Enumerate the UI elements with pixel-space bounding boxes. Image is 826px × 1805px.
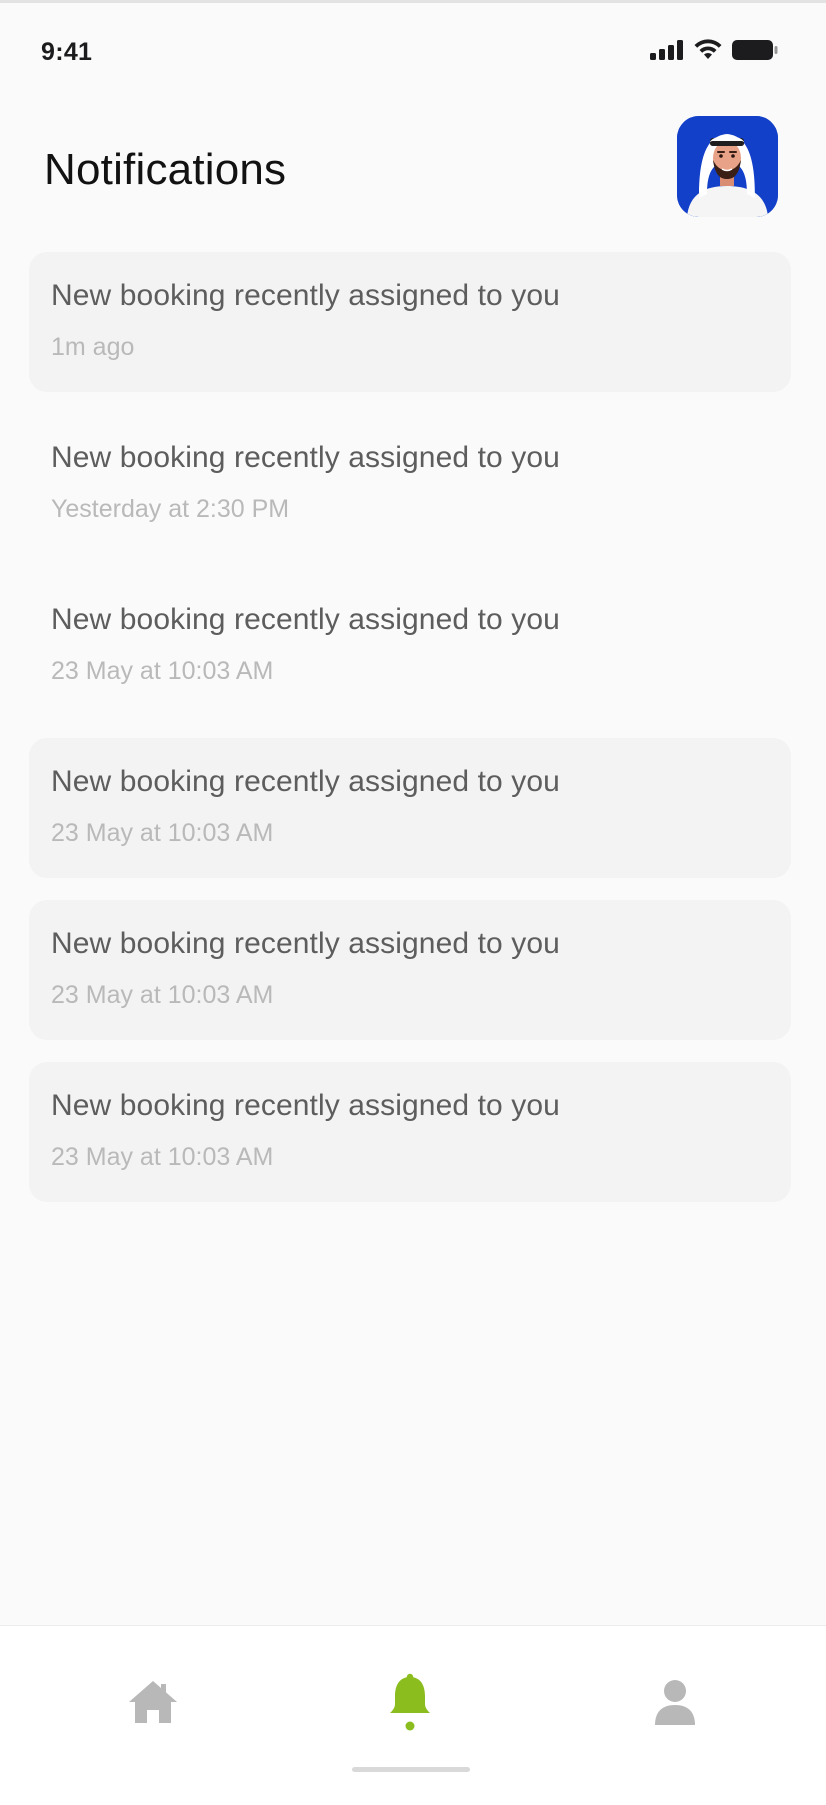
- signal-icon: [650, 40, 684, 65]
- notification-item[interactable]: New booking recently assigned to you 23 …: [29, 900, 791, 1040]
- battery-icon: [732, 39, 778, 66]
- notification-list: New booking recently assigned to you 1m …: [29, 252, 791, 1224]
- bottom-nav: [0, 1625, 826, 1805]
- user-avatar[interactable]: [677, 116, 778, 217]
- nav-item-profile[interactable]: [635, 1664, 715, 1744]
- notification-item[interactable]: New booking recently assigned to you Yes…: [29, 414, 791, 554]
- home-icon: [126, 1678, 180, 1731]
- notifications-screen: 9:41 Notifications New booking recently …: [0, 0, 826, 1805]
- page-title: Notifications: [44, 145, 287, 194]
- notification-item[interactable]: New booking recently assigned to you 23 …: [29, 1062, 791, 1202]
- notification-message: New booking recently assigned to you: [51, 927, 560, 960]
- nav-item-notifications[interactable]: [370, 1664, 450, 1744]
- notification-time: 23 May at 10:03 AM: [51, 981, 274, 1009]
- notification-message: New booking recently assigned to you: [51, 279, 560, 312]
- notification-item[interactable]: New booking recently assigned to you 1m …: [29, 252, 791, 392]
- status-icons: [650, 39, 778, 66]
- wifi-icon: [693, 39, 723, 66]
- notification-message: New booking recently assigned to you: [51, 603, 560, 636]
- notification-time: 23 May at 10:03 AM: [51, 1143, 274, 1171]
- notification-message: New booking recently assigned to you: [51, 441, 560, 474]
- notification-time: 23 May at 10:03 AM: [51, 819, 274, 847]
- notification-time: Yesterday at 2:30 PM: [51, 495, 290, 523]
- status-time: 9:41: [41, 38, 93, 66]
- notification-time: 23 May at 10:03 AM: [51, 657, 274, 685]
- bell-icon: [387, 1671, 433, 1738]
- home-indicator: [352, 1767, 470, 1772]
- notification-message: New booking recently assigned to you: [51, 765, 560, 798]
- nav-item-home[interactable]: [113, 1664, 193, 1744]
- notification-message: New booking recently assigned to you: [51, 1089, 560, 1122]
- status-bar: 9:41: [0, 3, 826, 103]
- notification-item[interactable]: New booking recently assigned to you 23 …: [29, 576, 791, 716]
- notification-item[interactable]: New booking recently assigned to you 23 …: [29, 738, 791, 878]
- notification-time: 1m ago: [51, 333, 135, 361]
- person-icon: [653, 1678, 697, 1731]
